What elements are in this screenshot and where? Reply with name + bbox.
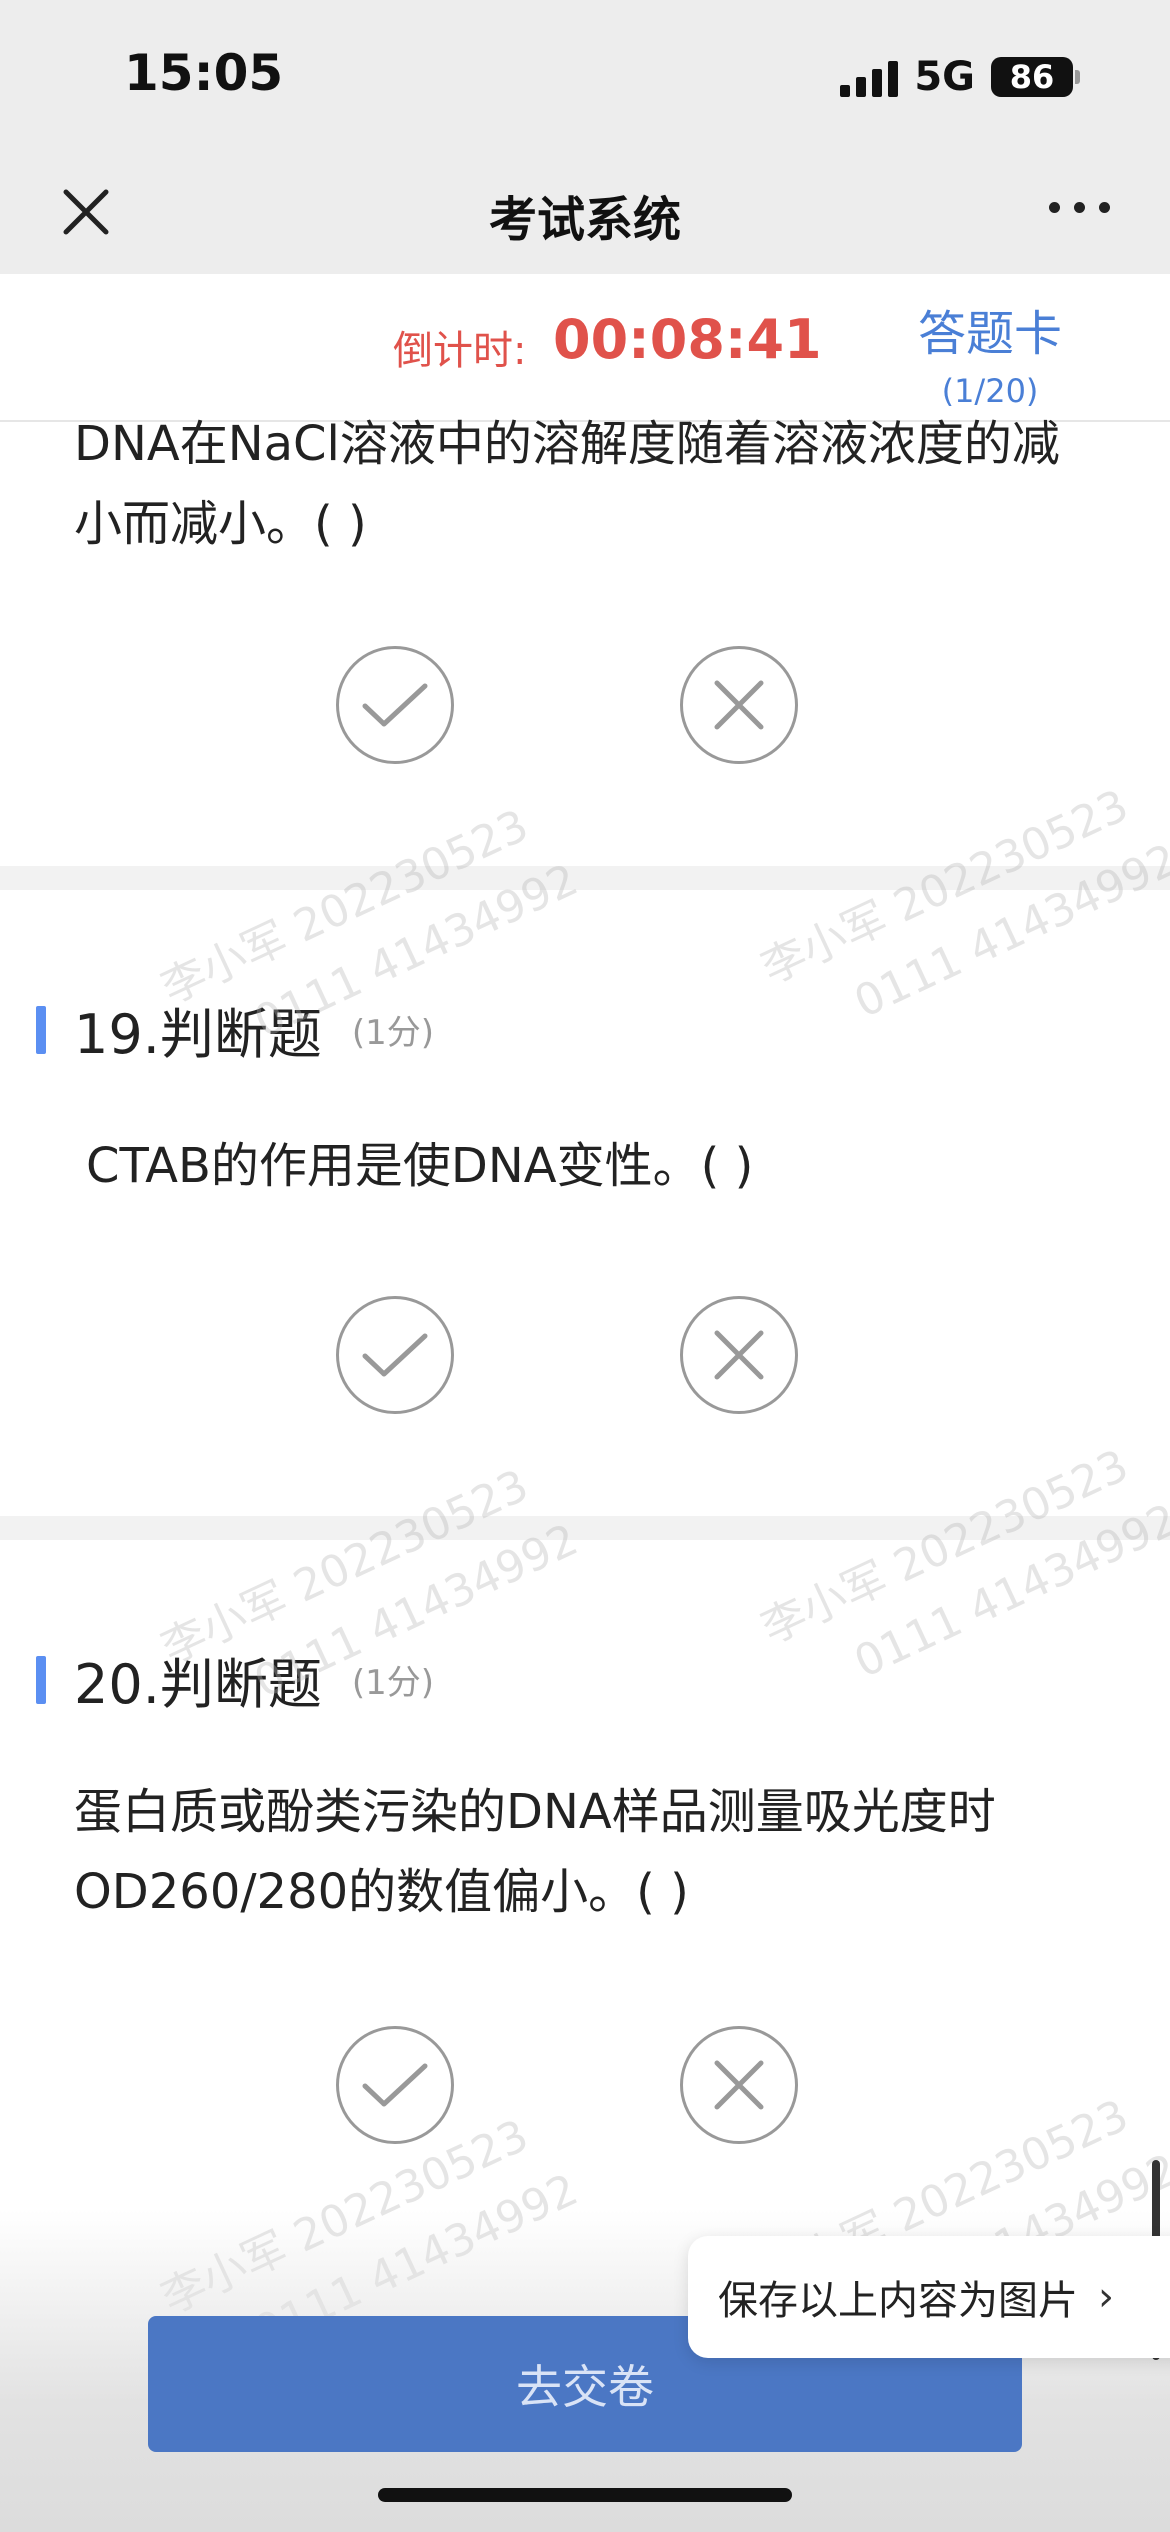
question-score: (1分) (351, 1013, 435, 1053)
battery-icon: 86 (991, 57, 1080, 97)
nav-bar: 考试系统 (0, 150, 1170, 274)
status-bar: 15:05 5G 86 (0, 0, 1170, 150)
status-time: 15:05 (124, 44, 284, 102)
check-icon (362, 2063, 428, 2107)
question-card: 19.判断题 (1分) CTAB的作用是使DNA变性。( ) (0, 890, 1170, 1516)
question-score: (1分) (351, 1663, 435, 1703)
question-card: 20.判断题 (1分) 蛋白质或酚类污染的DNA样品测量吸光度时OD260/28… (0, 1540, 1170, 2240)
question-header: 19.判断题 (1分) (36, 990, 434, 1069)
save-as-image-button[interactable]: 保存以上内容为图片 › (688, 2236, 1170, 2358)
save-as-image-label: 保存以上内容为图片 (718, 2278, 1078, 2324)
timer-label: 倒计时: (393, 328, 527, 374)
answer-card-button[interactable]: 答题卡 (1/20) (900, 294, 1080, 410)
cross-icon (714, 1330, 764, 1380)
signal-icon (840, 57, 899, 97)
divider (0, 1516, 1170, 1540)
false-option[interactable] (680, 646, 798, 764)
chevron-right-icon: › (1098, 2274, 1114, 2320)
answer-card-label: 答题卡 (917, 306, 1062, 362)
timer-value: 00:08:41 (553, 308, 822, 371)
question-number: 20.判断题 (74, 1653, 322, 1716)
question-card: DNA在NaCl溶液中的溶解度随着溶液浓度的减小而减小。( ) (0, 416, 1170, 866)
page-title: 考试系统 (488, 192, 681, 248)
question-header: 20.判断题 (1分) (36, 1640, 434, 1719)
more-icon[interactable] (1049, 202, 1110, 213)
battery-level: 86 (991, 57, 1073, 97)
true-option[interactable] (336, 1296, 454, 1414)
question-text: DNA在NaCl溶液中的溶解度随着溶液浓度的减小而减小。( ) (74, 416, 1060, 552)
timer-bar: 倒计时: 00:08:41 答题卡 (1/20) (0, 274, 1170, 422)
check-icon (362, 683, 428, 727)
cross-icon (714, 2060, 764, 2110)
false-option[interactable] (680, 2026, 798, 2144)
true-option[interactable] (336, 2026, 454, 2144)
true-option[interactable] (336, 646, 454, 764)
cross-icon (714, 680, 764, 730)
question-text: 蛋白质或酚类污染的DNA样品测量吸光度时OD260/280的数值偏小。( ) (74, 1784, 996, 1920)
question-number: 19.判断题 (74, 1003, 322, 1066)
false-option[interactable] (680, 1296, 798, 1414)
home-indicator (378, 2488, 792, 2502)
accent-bar (36, 1005, 46, 1054)
question-text: CTAB的作用是使DNA变性。( ) (86, 1138, 754, 1194)
check-icon (362, 1333, 428, 1377)
accent-bar (36, 1655, 46, 1704)
network-type: 5G (914, 54, 975, 100)
status-indicators: 5G 86 (840, 52, 1080, 102)
divider (0, 866, 1170, 890)
